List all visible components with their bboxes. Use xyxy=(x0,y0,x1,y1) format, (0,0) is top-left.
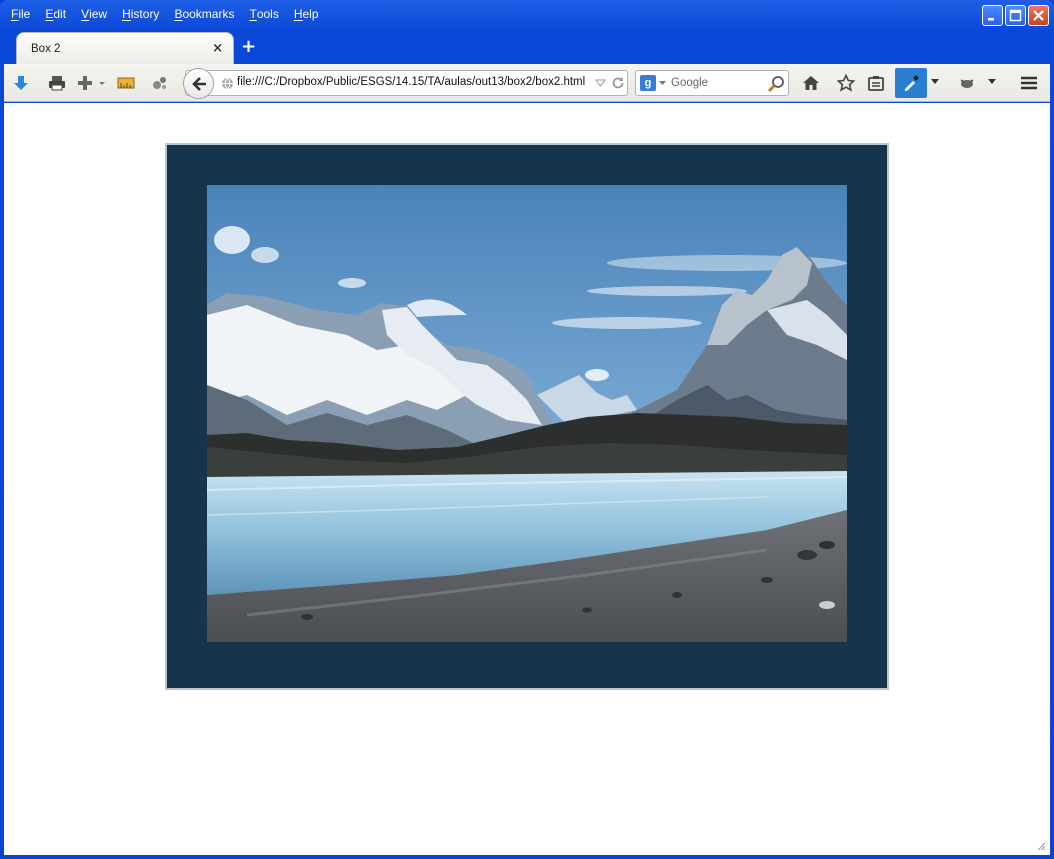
reader-icon[interactable] xyxy=(866,73,886,93)
maximize-icon xyxy=(1009,9,1022,22)
search-icon[interactable] xyxy=(767,75,785,93)
menu-view[interactable]: View xyxy=(74,7,115,21)
search-input[interactable]: Google xyxy=(671,77,708,89)
reload-icon[interactable] xyxy=(611,76,625,90)
back-button[interactable] xyxy=(183,68,214,99)
bookmark-star-icon[interactable] xyxy=(836,73,856,93)
menu-icon[interactable] xyxy=(1019,73,1039,93)
menu-bar: File Edit View History Bookmarks Tools H… xyxy=(4,4,327,24)
minimize-icon xyxy=(988,18,994,21)
new-tab-button[interactable]: + xyxy=(241,38,256,56)
tab-close-icon[interactable]: × xyxy=(212,41,223,56)
browser-window: File Edit View History Bookmarks Tools H… xyxy=(0,0,1054,859)
window-controls xyxy=(982,5,1049,26)
add-icon[interactable] xyxy=(77,73,107,93)
network-icon[interactable] xyxy=(150,73,170,93)
chevron-down-icon[interactable] xyxy=(659,81,666,86)
close-window-button[interactable] xyxy=(1028,5,1049,26)
menu-bookmarks[interactable]: Bookmarks xyxy=(167,7,242,21)
search-bar[interactable]: g Google xyxy=(635,70,789,96)
search-engine-logo[interactable]: g xyxy=(640,75,656,91)
pipette-dropdown-icon[interactable] xyxy=(931,79,939,85)
url-bar[interactable]: file:///C:/Dropbox/Public/ESGS/14.15/TA/… xyxy=(183,68,628,99)
landscape-photo xyxy=(207,185,847,642)
minimize-button[interactable] xyxy=(982,5,1003,26)
menu-help[interactable]: Help xyxy=(287,7,327,21)
extension-dropdown-icon[interactable] xyxy=(988,79,996,85)
back-icon xyxy=(191,76,206,91)
tab-box2[interactable]: Box 2 × xyxy=(16,32,234,64)
globe-icon xyxy=(222,77,233,90)
pipette-button[interactable] xyxy=(895,68,927,98)
navigation-toolbar: file:///C:/Dropbox/Public/ESGS/14.15/TA/… xyxy=(4,64,1050,102)
tab-strip: Box 2 × + xyxy=(4,30,1050,64)
pipette-icon xyxy=(905,75,919,91)
tab-title: Box 2 xyxy=(31,42,61,55)
menu-edit[interactable]: Edit xyxy=(38,7,74,21)
menu-file[interactable]: File xyxy=(4,7,38,21)
resize-grip-icon[interactable] xyxy=(1036,841,1046,851)
home-icon[interactable] xyxy=(801,73,821,93)
url-text: file:///C:/Dropbox/Public/ESGS/14.15/TA/… xyxy=(237,76,586,88)
image-box xyxy=(165,143,889,690)
ruler-icon[interactable] xyxy=(116,73,136,93)
dropdown-icon[interactable] xyxy=(595,78,606,89)
menu-history[interactable]: History xyxy=(115,7,167,21)
extension-icon[interactable] xyxy=(957,73,977,93)
menu-tools[interactable]: Tools xyxy=(242,7,286,21)
page-content xyxy=(4,103,1050,855)
maximize-button[interactable] xyxy=(1005,5,1026,26)
close-icon xyxy=(1033,10,1044,21)
print-icon[interactable] xyxy=(47,73,67,93)
downloads-icon[interactable] xyxy=(11,73,31,93)
